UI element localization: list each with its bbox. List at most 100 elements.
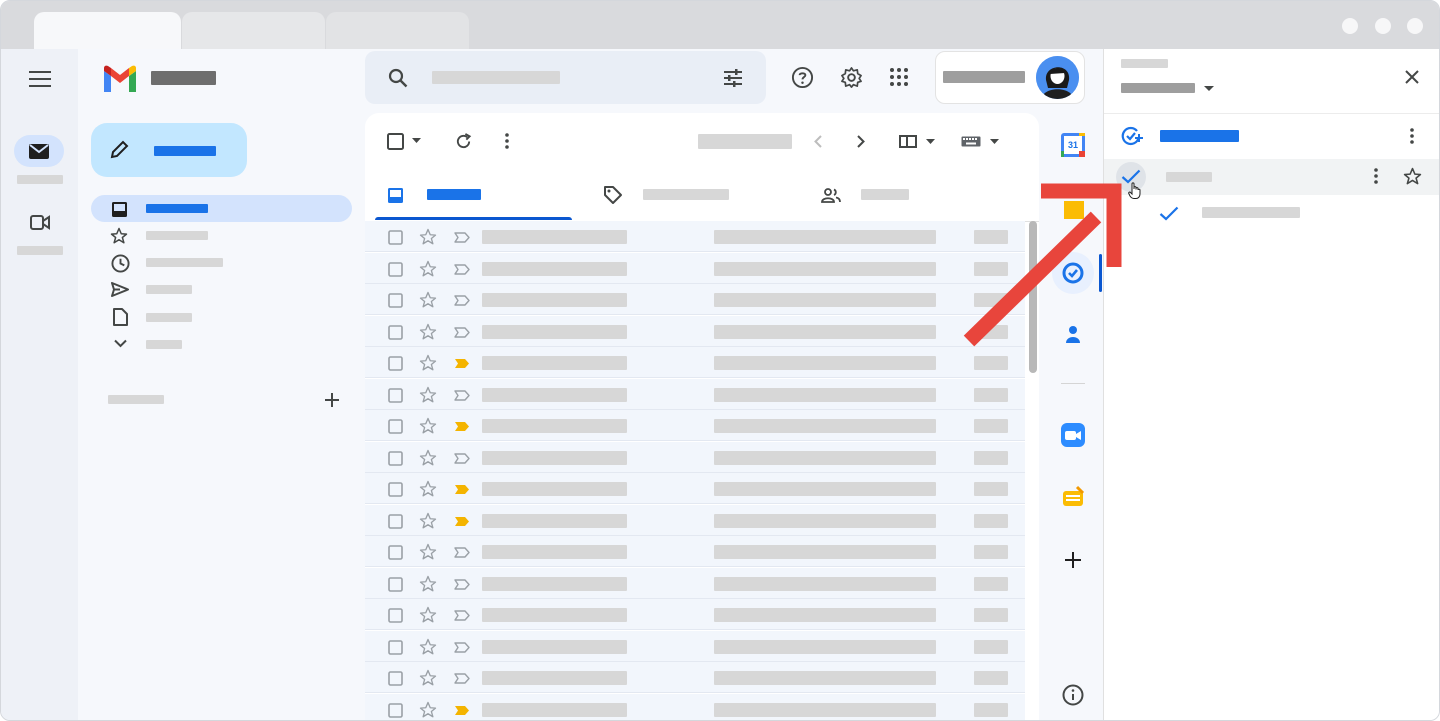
important-marker-icon[interactable] <box>453 640 471 654</box>
caret-down-icon[interactable] <box>924 136 936 146</box>
tab-primary[interactable] <box>375 169 572 221</box>
task-list-selector[interactable] <box>1121 83 1195 93</box>
email-row[interactable] <box>365 473 1025 504</box>
star-icon[interactable] <box>418 290 438 310</box>
important-marker-icon[interactable] <box>453 671 471 685</box>
compose-button[interactable] <box>91 123 247 177</box>
checkbox-icon[interactable] <box>386 449 404 467</box>
star-icon[interactable] <box>418 353 438 373</box>
checkbox-icon[interactable] <box>386 512 404 530</box>
email-row[interactable] <box>365 379 1025 410</box>
checkbox-icon[interactable] <box>386 323 404 341</box>
important-marker-icon[interactable] <box>453 608 471 622</box>
more-vert-icon[interactable] <box>1369 166 1383 186</box>
important-marker-icon[interactable] <box>453 356 471 370</box>
send-icon[interactable] <box>110 280 130 298</box>
star-icon[interactable] <box>418 479 438 499</box>
star-icon[interactable] <box>1401 165 1423 187</box>
star-icon[interactable] <box>418 448 438 468</box>
checkbox-icon[interactable] <box>385 131 405 151</box>
search-bar[interactable] <box>365 51 766 104</box>
star-icon[interactable] <box>418 259 438 279</box>
add-task-icon[interactable] <box>1120 125 1144 147</box>
checkbox-icon[interactable] <box>386 606 404 624</box>
check-icon[interactable] <box>1158 204 1180 222</box>
email-row[interactable] <box>365 316 1025 347</box>
nav-item-inbox[interactable] <box>91 195 352 222</box>
chevron-right-icon[interactable] <box>853 132 869 150</box>
important-marker-icon[interactable] <box>453 293 471 307</box>
important-marker-icon[interactable] <box>453 419 471 433</box>
checkbox-icon[interactable] <box>386 701 404 719</box>
star-icon[interactable] <box>418 637 438 657</box>
rail-item-mail[interactable] <box>14 135 64 167</box>
refresh-icon[interactable] <box>452 130 474 152</box>
email-row[interactable] <box>365 442 1025 473</box>
important-marker-icon[interactable] <box>453 482 471 496</box>
close-icon[interactable] <box>1402 67 1422 87</box>
checkbox-icon[interactable] <box>386 480 404 498</box>
email-row[interactable] <box>365 253 1025 284</box>
minimize-dot[interactable] <box>1342 18 1358 34</box>
important-marker-icon[interactable] <box>453 514 471 528</box>
zoom-icon[interactable] <box>1060 422 1086 448</box>
browser-tab[interactable] <box>326 12 469 49</box>
avatar[interactable] <box>1036 56 1079 99</box>
important-marker-icon[interactable] <box>453 703 471 717</box>
email-row[interactable] <box>365 410 1025 441</box>
checkbox-icon[interactable] <box>386 417 404 435</box>
account-switcher[interactable] <box>935 51 1085 104</box>
gmail-logo[interactable] <box>102 64 138 92</box>
search-icon[interactable] <box>387 67 409 89</box>
browser-tab-active[interactable] <box>34 12 181 49</box>
chevron-left-icon[interactable] <box>810 132 826 150</box>
apps-icon[interactable] <box>887 65 911 89</box>
checkbox-icon[interactable] <box>386 543 404 561</box>
star-icon[interactable] <box>418 605 438 625</box>
checkbox-icon[interactable] <box>386 291 404 309</box>
email-row[interactable] <box>365 568 1025 599</box>
email-row[interactable] <box>365 505 1025 536</box>
app-icon[interactable] <box>1061 485 1085 509</box>
caret-down-icon[interactable] <box>988 136 1000 146</box>
star-icon[interactable] <box>418 322 438 342</box>
task-item[interactable] <box>1104 159 1439 195</box>
tab-promotions[interactable] <box>590 169 790 221</box>
video-icon[interactable] <box>29 213 51 231</box>
email-row[interactable] <box>365 631 1025 662</box>
checkbox-icon[interactable] <box>386 669 404 687</box>
info-icon[interactable] <box>1061 683 1085 707</box>
more-vert-icon[interactable] <box>500 130 514 152</box>
checkbox-icon[interactable] <box>386 260 404 278</box>
important-marker-icon[interactable] <box>453 325 471 339</box>
star-icon[interactable] <box>418 416 438 436</box>
search-input[interactable] <box>432 71 560 84</box>
more-vert-icon[interactable] <box>1405 126 1419 146</box>
email-row[interactable] <box>365 221 1025 252</box>
caret-down-icon[interactable] <box>410 135 422 145</box>
email-row[interactable] <box>365 662 1025 693</box>
important-marker-icon[interactable] <box>453 230 471 244</box>
add-task-label[interactable] <box>1160 130 1239 142</box>
help-icon[interactable] <box>790 65 814 89</box>
email-row[interactable] <box>365 284 1025 315</box>
important-marker-icon[interactable] <box>453 451 471 465</box>
settings-icon[interactable] <box>839 65 863 89</box>
checkbox-icon[interactable] <box>386 638 404 656</box>
plus-icon[interactable] <box>322 390 342 410</box>
star-icon[interactable] <box>418 227 438 247</box>
checkbox-icon[interactable] <box>386 386 404 404</box>
clock-icon[interactable] <box>110 253 130 273</box>
important-marker-icon[interactable] <box>453 577 471 591</box>
star-icon[interactable] <box>418 700 438 720</box>
star-icon[interactable] <box>418 668 438 688</box>
maximize-dot[interactable] <box>1375 18 1391 34</box>
tune-icon[interactable] <box>722 67 744 89</box>
close-dot[interactable] <box>1407 18 1423 34</box>
plus-icon[interactable] <box>1062 549 1084 571</box>
star-icon[interactable] <box>418 511 438 531</box>
email-row[interactable] <box>365 536 1025 567</box>
checkbox-icon[interactable] <box>386 228 404 246</box>
important-marker-icon[interactable] <box>453 388 471 402</box>
email-row[interactable] <box>365 347 1025 378</box>
